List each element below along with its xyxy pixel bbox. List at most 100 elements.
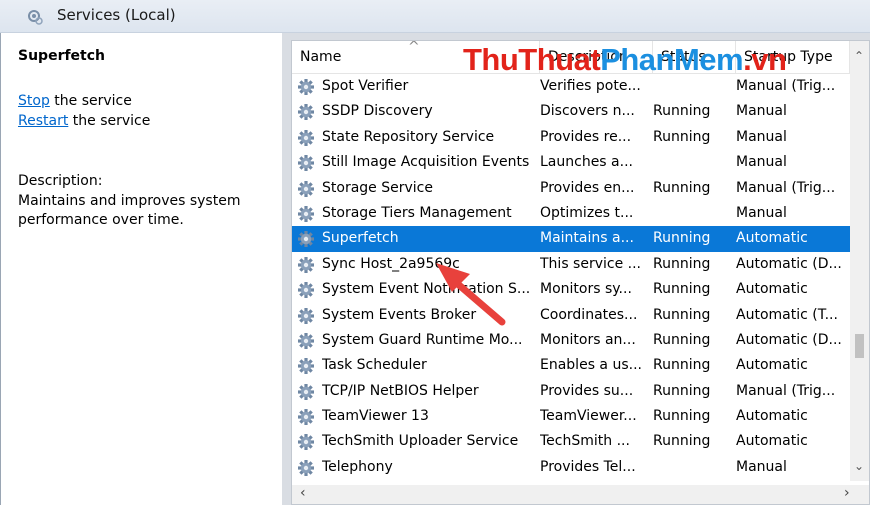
extended-detail-pane: Superfetch Stop the service Restart the … xyxy=(0,33,282,505)
service-description: Optimizes t... xyxy=(540,204,634,221)
service-status xyxy=(653,455,736,480)
service-startup-type: Automatic (T... xyxy=(736,306,838,323)
service-row[interactable]: Storage Tiers Management Optimizes t... Ma… xyxy=(292,201,850,226)
gear-icon xyxy=(297,180,315,198)
service-row[interactable]: System Guard Runtime Mo... Monitors an...… xyxy=(292,328,850,353)
vertical-scrollbar[interactable]: ⌃ ⌄ xyxy=(850,41,869,481)
service-row[interactable]: Spot Verifier Verifies pote... Manual (Tri… xyxy=(292,74,850,99)
service-status: Running xyxy=(653,103,711,120)
service-row[interactable]: State Repository Service Provides re... Ru… xyxy=(292,125,850,150)
service-startup-type: Manual (Trig... xyxy=(736,382,836,399)
service-row[interactable]: Superfetch Maintains a... Running Automatic xyxy=(292,226,850,252)
scroll-left-icon[interactable]: ‹ xyxy=(300,485,306,501)
service-startup-type: Manual xyxy=(736,154,787,171)
service-description: Monitors sy... xyxy=(540,281,632,298)
service-startup-type: Automatic xyxy=(736,230,808,247)
service-name: Task Scheduler xyxy=(322,357,427,374)
title-bar: Services (Local) xyxy=(0,0,870,33)
service-status: Running xyxy=(653,281,711,298)
service-startup-type: Manual xyxy=(736,204,787,221)
service-description: Provides en... xyxy=(540,179,635,196)
service-row[interactable]: TCP/IP NetBIOS Helper Provides su... Runni… xyxy=(292,379,850,404)
scroll-up-icon[interactable]: ⌃ xyxy=(854,49,864,63)
service-startup-type: Manual xyxy=(736,103,787,120)
gear-icon xyxy=(297,78,315,96)
column-header-name[interactable]: Name ^ xyxy=(292,41,540,73)
service-status xyxy=(653,74,736,99)
scroll-down-icon[interactable]: ⌄ xyxy=(854,459,864,473)
service-name: State Repository Service xyxy=(322,128,495,145)
service-name: System Events Broker xyxy=(322,306,477,323)
service-status: Running xyxy=(653,433,711,450)
gear-icon xyxy=(297,129,315,147)
column-status-label: Status xyxy=(661,49,706,65)
service-status xyxy=(653,201,736,226)
column-header-startup-type[interactable]: Startup Type xyxy=(736,41,850,73)
service-name: TechSmith Uploader Service xyxy=(322,433,519,450)
gear-icon xyxy=(297,205,315,223)
gear-icon xyxy=(297,256,315,274)
column-startup-label: Startup Type xyxy=(744,49,833,65)
service-row[interactable]: TechSmith Uploader Service TechSmith ... R… xyxy=(292,429,850,454)
service-description: Monitors an... xyxy=(540,331,636,348)
service-status: Running xyxy=(653,408,711,425)
service-description: Discovers n... xyxy=(540,103,635,120)
restart-action-text: the service xyxy=(68,113,151,129)
service-row[interactable]: Storage Service Provides en... Running Manu… xyxy=(292,176,850,201)
service-row[interactable]: Task Scheduler Enables a us... Running Auto… xyxy=(292,353,850,378)
service-row[interactable]: Still Image Acquisition Events Launches a… xyxy=(292,150,850,175)
service-startup-type: Manual (Trig... xyxy=(736,78,836,94)
restart-action: Restart the service xyxy=(18,113,150,129)
service-startup-type: Automatic xyxy=(736,433,808,450)
gear-icon xyxy=(297,332,315,350)
service-startup-type: Automatic xyxy=(736,281,808,298)
service-status: Running xyxy=(653,357,711,374)
service-status: Running xyxy=(653,331,711,348)
service-description: This service ... xyxy=(540,255,642,272)
description-text: Maintains and improves system performanc… xyxy=(18,193,241,228)
service-startup-type: Automatic (D... xyxy=(736,255,842,272)
service-status: Running xyxy=(653,128,711,145)
service-description: Provides su... xyxy=(540,382,634,399)
service-description: Verifies pote... xyxy=(540,78,641,94)
service-startup-type: Automatic (D... xyxy=(736,331,842,348)
gear-icon xyxy=(297,459,315,477)
column-description-label: Description xyxy=(548,49,628,65)
service-row[interactable]: Telephony Provides Tel... Manual xyxy=(292,455,850,480)
service-status: Running xyxy=(653,179,711,196)
service-row[interactable]: System Event Notification S... Monitors s… xyxy=(292,277,850,302)
service-description: Enables a us... xyxy=(540,357,642,374)
service-name: Spot Verifier xyxy=(322,78,409,94)
service-rows: Spot Verifier Verifies pote... Manual (Tri… xyxy=(292,74,850,480)
gear-icon xyxy=(297,408,315,426)
gear-icon xyxy=(297,357,315,375)
column-header-status[interactable]: Status xyxy=(653,41,736,73)
gear-icon xyxy=(297,433,315,451)
scroll-right-icon[interactable]: › xyxy=(844,485,850,501)
service-description: Maintains a... xyxy=(540,230,634,247)
service-name: Sync Host_2a9569c xyxy=(322,255,460,272)
gear-icon xyxy=(297,307,315,325)
column-header-description[interactable]: Description xyxy=(540,41,653,73)
column-name-label: Name xyxy=(300,49,342,65)
service-row[interactable]: SSDP Discovery Discovers n... Running Manua… xyxy=(292,99,850,124)
stop-link[interactable]: Stop xyxy=(18,93,50,109)
service-row[interactable]: Sync Host_2a9569c This service ... Running… xyxy=(292,252,850,277)
service-name: Storage Service xyxy=(322,179,433,196)
scrollbar-thumb[interactable] xyxy=(855,334,864,358)
service-row[interactable]: TeamViewer 13 TeamViewer... Running Automat… xyxy=(292,404,850,429)
service-name: Still Image Acquisition Events xyxy=(322,154,530,171)
service-row[interactable]: System Events Broker Coordinates... Runnin… xyxy=(292,303,850,328)
gear-icon xyxy=(297,230,315,248)
horizontal-scrollbar[interactable]: ‹ › xyxy=(292,485,869,504)
service-name: Superfetch xyxy=(322,230,399,247)
service-description: Provides Tel... xyxy=(540,458,636,475)
description-label: Description: xyxy=(18,173,103,189)
selected-service-title: Superfetch xyxy=(18,48,106,64)
stop-action: Stop the service xyxy=(18,93,132,109)
service-startup-type: Automatic xyxy=(736,357,808,374)
restart-link[interactable]: Restart xyxy=(18,113,68,129)
gear-icon xyxy=(297,383,315,401)
gear-icon xyxy=(297,281,315,299)
services-list[interactable]: Name ^ Description Status Startup Type S… xyxy=(291,40,870,505)
